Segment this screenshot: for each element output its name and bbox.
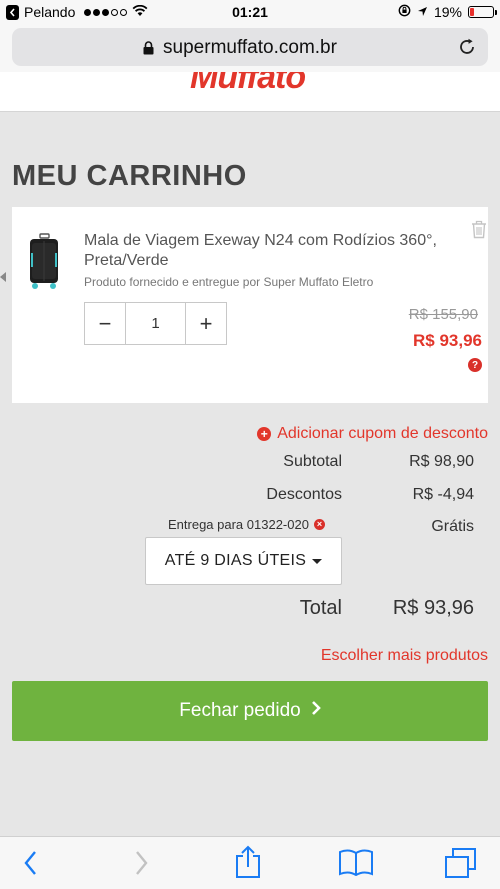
remove-zipcode-icon[interactable]: × [313, 519, 325, 530]
battery-icon [468, 6, 497, 18]
add-coupon-link[interactable]: + Adicionar cupom de desconto [257, 425, 488, 443]
add-coupon-label: Adicionar cupom de desconto [277, 425, 488, 442]
page-title: MEU CARRINHO [12, 160, 247, 192]
product-image[interactable] [26, 233, 62, 293]
original-price: R$ 155,90 [408, 306, 478, 323]
delivery-deadline-label: ATÉ 9 DIAS ÚTEIS [164, 552, 307, 569]
quantity-stepper: − 1 + [84, 302, 227, 345]
total-label: Total [299, 597, 342, 619]
discount-value: R$ -4,94 [412, 486, 474, 503]
quantity-value[interactable]: 1 [126, 303, 185, 344]
product-vendor: Produto fornecido e entregue por Super M… [84, 275, 374, 289]
delivery-cost: Grátis [431, 518, 474, 535]
bookmarks-icon[interactable] [338, 848, 374, 881]
tabs-icon[interactable] [444, 847, 478, 884]
trash-icon[interactable] [470, 219, 488, 244]
url-text[interactable]: supermuffato.com.br [12, 37, 488, 59]
checkout-button[interactable]: Fechar pedido [12, 681, 488, 741]
subtotal-label: Subtotal [283, 453, 342, 470]
reload-icon[interactable] [458, 38, 476, 61]
back-icon[interactable] [22, 849, 40, 882]
decrease-quantity-button[interactable]: − [85, 303, 126, 344]
checkout-label: Fechar pedido [179, 700, 301, 721]
side-drawer-arrow-icon[interactable] [0, 272, 6, 282]
total-value: R$ 93,96 [392, 597, 474, 619]
discount-label: Descontos [266, 486, 342, 503]
browser-address-area: supermuffato.com.br [0, 24, 500, 72]
delivery-info: Entrega para 01322-020 × [168, 517, 325, 532]
battery-percent: 19% [433, 4, 462, 20]
chevron-right-icon [311, 700, 321, 722]
caret-down-icon [312, 558, 323, 564]
location-arrow-icon [417, 4, 428, 20]
forward-icon[interactable] [132, 849, 150, 882]
cart-item-card: Mala de Viagem Exeway N24 com Rodízios 3… [12, 207, 488, 403]
orientation-lock-icon [398, 4, 411, 20]
plus-circle-icon: + [257, 427, 272, 441]
delivery-label: Entrega para 01322-020 [168, 517, 309, 532]
choose-more-products-link[interactable]: Escolher mais produtos [321, 647, 488, 665]
subtotal-value: R$ 98,90 [409, 453, 474, 470]
delivery-deadline-dropdown[interactable]: ATÉ 9 DIAS ÚTEIS [145, 537, 342, 585]
address-bar[interactable]: supermuffato.com.br [12, 28, 488, 66]
increase-quantity-button[interactable]: + [185, 303, 226, 344]
browser-toolbar [0, 836, 500, 889]
product-name[interactable]: Mala de Viagem Exeway N24 com Rodízios 3… [84, 231, 444, 271]
status-bar-right: 19% [398, 4, 497, 20]
status-bar: Pelando 01:21 19% [0, 0, 500, 24]
sale-price: R$ 93,96 [413, 331, 482, 350]
price-help-icon[interactable]: ? [468, 358, 482, 372]
site-header: Muffato [0, 72, 500, 112]
share-icon[interactable] [234, 845, 262, 884]
site-logo[interactable]: Muffato [190, 72, 306, 97]
